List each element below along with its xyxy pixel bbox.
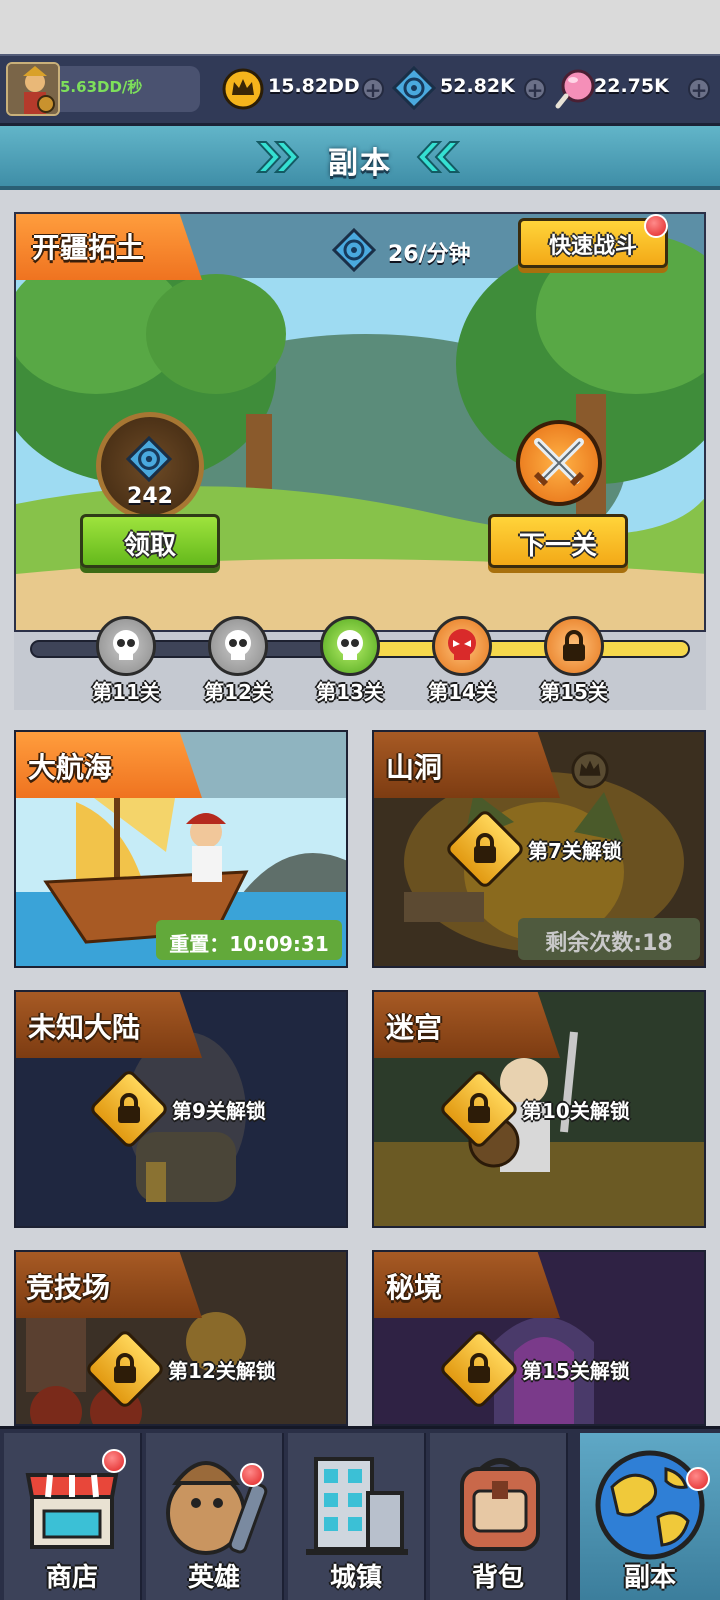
tab-label: 背包 — [471, 1563, 524, 1593]
unlock-text: 第12关解锁 — [168, 1358, 276, 1383]
notification-dot — [686, 1467, 710, 1491]
page-title: 副本 — [328, 146, 392, 181]
stage-label: 第11关 — [92, 680, 160, 704]
tab-label: 商店 — [45, 1563, 98, 1593]
unlock-requirement: 第15关解锁 — [437, 1327, 630, 1411]
player-avatar[interactable] — [6, 62, 60, 116]
hero-icon — [166, 1461, 268, 1555]
gold-amount: 15.82DD — [268, 75, 360, 97]
unlock-text: 第15关解锁 — [522, 1358, 630, 1383]
progress-fill — [354, 642, 688, 656]
featured-dungeon-card: 开疆拓土 26/分钟 快速战斗 242 领取 下一关 — [14, 212, 706, 632]
next-stage-button[interactable]: 下一关 — [488, 514, 628, 568]
add-candy-button[interactable]: + — [688, 78, 710, 101]
lock-badge — [443, 807, 527, 891]
tab-town[interactable]: 城镇 — [288, 1433, 426, 1600]
stage-label: 第13关 — [316, 680, 384, 704]
gem-icon — [331, 227, 377, 276]
title-banner: 副本 — [0, 126, 720, 190]
unlock-requirement: 第9关解锁 — [87, 1067, 266, 1151]
lock-icon — [468, 1093, 490, 1123]
lock-icon — [563, 630, 585, 661]
tab-backpack[interactable]: 背包 — [430, 1433, 568, 1600]
reward-amount: 242 — [127, 484, 173, 509]
dungeon-title: 秘境 — [386, 1271, 443, 1304]
tab-dungeon[interactable]: 副本 — [580, 1433, 720, 1600]
unlock-text: 第7关解锁 — [528, 838, 622, 863]
candy-amount: 22.75K — [594, 75, 669, 97]
dungeon-title: 迷宫 — [386, 1011, 443, 1044]
tab-label: 副本 — [623, 1563, 676, 1593]
status-strip — [0, 0, 720, 54]
skull-icon — [337, 630, 363, 660]
dungeon-card-voyage[interactable]: 大航海 重置：10:09:31 — [14, 730, 348, 968]
chevron-left-icon — [414, 140, 461, 178]
unlock-text: 第10关解锁 — [522, 1098, 630, 1123]
gem-icon — [391, 65, 437, 114]
stage-node-boss[interactable] — [432, 616, 492, 676]
lock-badge — [83, 1327, 167, 1411]
stage-label: 第14关 — [428, 680, 496, 704]
tab-shop[interactable]: 商店 — [4, 1433, 142, 1600]
unlock-requirement: 第12关解锁 — [83, 1327, 276, 1411]
skull-icon — [113, 630, 139, 660]
unlock-requirement: 第10关解锁 — [437, 1067, 630, 1151]
stage-node-locked[interactable] — [544, 616, 604, 676]
tab-hero[interactable]: 英雄 — [146, 1433, 284, 1600]
add-gold-button[interactable]: + — [362, 78, 384, 101]
unlock-requirement: 第7关解锁 — [443, 807, 622, 891]
unlock-text: 第9关解锁 — [172, 1098, 266, 1123]
candy-icon — [554, 66, 598, 114]
gem-rate: 26/分钟 — [388, 242, 471, 267]
crown-icon — [570, 750, 610, 794]
crossed-swords-icon — [533, 438, 585, 487]
tab-label: 城镇 — [329, 1563, 382, 1593]
notification-dot — [102, 1449, 126, 1473]
stage-node-cleared[interactable] — [208, 616, 268, 676]
claim-button[interactable]: 领取 — [80, 514, 220, 568]
lock-badge — [437, 1067, 521, 1151]
lock-icon — [474, 833, 496, 863]
stage-label: 第12关 — [204, 680, 272, 704]
next-stage-label: 下一关 — [518, 531, 597, 561]
dungeon-card-unknown-land[interactable]: 未知大陆 第9关解锁 — [14, 990, 348, 1228]
dungeon-card-cave[interactable]: 山洞 第7关解锁 剩余次数:18 — [372, 730, 706, 968]
stage-label: 第15关 — [540, 680, 608, 704]
claim-label: 领取 — [123, 531, 176, 561]
remaining-attempts: 剩余次数:18 — [518, 918, 700, 960]
gem-icon — [125, 435, 173, 486]
crown-icon — [222, 68, 264, 114]
lock-badge — [87, 1067, 171, 1151]
lock-icon — [118, 1093, 140, 1123]
dungeon-card-arena[interactable]: 竞技场 第12关解锁 — [14, 1250, 348, 1426]
dungeon-title: 未知大陆 — [28, 1011, 141, 1044]
notification-dot — [644, 214, 668, 238]
dungeon-title: 大航海 — [28, 751, 113, 784]
skull-icon — [225, 630, 251, 660]
add-gem-button[interactable]: + — [524, 78, 546, 101]
globe-icon — [595, 1450, 705, 1560]
resource-bar: 5.63DD/秒 15.82DD + 52.82K + 22.75K + — [0, 54, 720, 126]
notification-dot — [240, 1463, 264, 1487]
reset-timer: 重置：10:09:31 — [156, 920, 342, 960]
stage-node-cleared[interactable] — [96, 616, 156, 676]
dungeon-title: 山洞 — [386, 751, 443, 784]
bottom-nav: 商店 英雄 城镇 背包 副本 — [0, 1426, 720, 1600]
lock-icon — [114, 1353, 136, 1383]
lock-icon — [468, 1353, 490, 1383]
dungeon-title: 竞技场 — [26, 1271, 111, 1304]
dungeon-title: 开疆拓土 — [32, 231, 145, 264]
town-icon — [306, 1457, 408, 1555]
boss-skull-icon — [448, 629, 476, 660]
stage-node-current[interactable] — [320, 616, 380, 676]
dungeon-card-maze[interactable]: 迷宫 第10关解锁 — [372, 990, 706, 1228]
lock-badge — [437, 1327, 521, 1411]
income-rate: 5.63DD/秒 — [60, 78, 143, 96]
gem-amount: 52.82K — [440, 75, 515, 97]
dungeon-card-secret-realm[interactable]: 秘境 第15关解锁 — [372, 1250, 706, 1426]
tab-label: 英雄 — [187, 1563, 240, 1593]
backpack-icon — [460, 1458, 540, 1551]
battle-ring — [516, 420, 602, 506]
stage-progress: 第11关 第12关 第13关 第14关 第15关 — [14, 616, 706, 710]
